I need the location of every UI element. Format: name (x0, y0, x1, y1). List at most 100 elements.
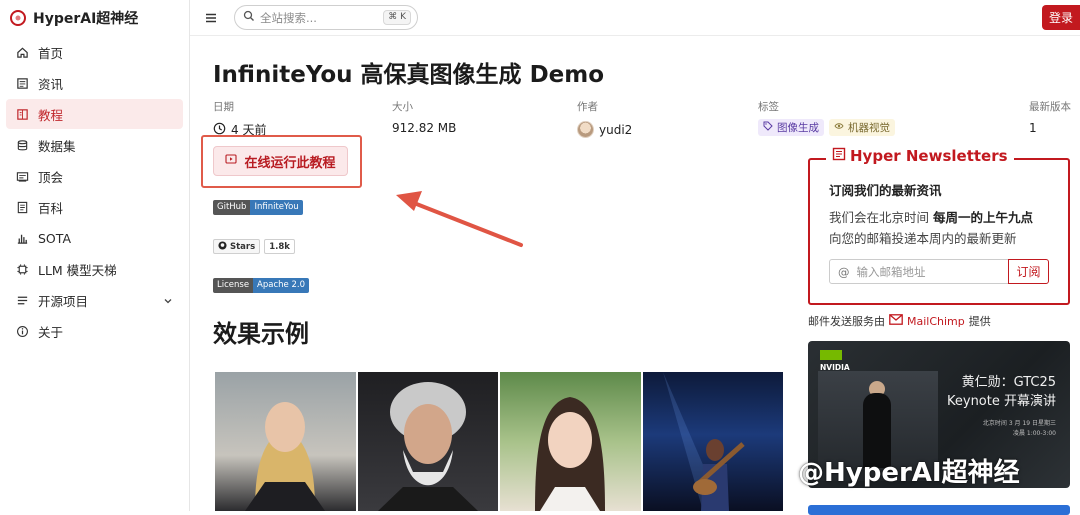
sidebar-item-home[interactable]: 首页 (6, 37, 183, 67)
service-suffix: 提供 (968, 315, 991, 328)
menu-icon[interactable] (204, 10, 218, 29)
chevron-down-icon[interactable] (163, 294, 173, 309)
sidebar-item-conferences[interactable]: 顶会 (6, 161, 183, 191)
promo-title: 黄仁勋：GTC25 Keynote 开幕演讲 (947, 373, 1056, 411)
wiki-icon (15, 200, 29, 214)
author-label: 作者 (577, 101, 598, 113)
database-icon (15, 138, 29, 152)
badge-right: InfiniteYou (250, 200, 303, 215)
sidebar-item-about[interactable]: 关于 (6, 316, 183, 346)
email-field[interactable]: @ 输入邮箱地址 (829, 259, 1009, 284)
stars-badge[interactable]: Stars 1.8k (213, 239, 295, 254)
tag-computer-vision[interactable]: 机器视觉 (829, 119, 895, 136)
at-icon: @ (838, 264, 850, 279)
play-icon (225, 153, 238, 169)
calendar-icon (15, 169, 29, 183)
mail-icon (889, 314, 903, 328)
mailchimp-link[interactable]: MailChimp (907, 315, 965, 328)
example-image (357, 372, 498, 511)
example-image (642, 372, 783, 511)
author-value[interactable]: yudi2 (599, 123, 632, 137)
search-placeholder: 全站搜索... (260, 10, 317, 25)
sidebar-item-label: 开源项目 (38, 293, 89, 309)
promo-time: 北京时间 3 月 19 日星期三 凌晨 1:00-3:00 (983, 419, 1056, 439)
size-value: 912.82 MB (392, 121, 457, 135)
sidebar-item-label: 百科 (38, 200, 64, 216)
sidebar-item-label: 数据集 (38, 138, 76, 154)
search-icon (243, 10, 255, 25)
news-icon (15, 76, 29, 90)
login-button[interactable]: 登录 (1042, 5, 1080, 30)
github-icon (218, 240, 227, 253)
mail-service-note: 邮件发送服务由 MailChimp 提供 (808, 313, 991, 329)
topbar: 全站搜索... ⌘ K 登录 (190, 0, 1080, 36)
promo-title-line2: Keynote 开幕演讲 (947, 394, 1056, 409)
nvidia-logo-icon (820, 350, 842, 360)
chart-icon (15, 231, 29, 245)
newsletter-line1: 我们会在北京时间 每周一的上午九点 (829, 207, 1033, 226)
stars-label: Stars (230, 241, 256, 252)
home-icon (15, 45, 29, 59)
sidebar-item-wiki[interactable]: 百科 (6, 192, 183, 222)
chip-icon (15, 262, 29, 276)
newsletter-line1-bold: 每周一的上午九点 (932, 210, 1033, 225)
watermark: @HyperAI超神经 (798, 458, 1020, 488)
version-value: 1 (1029, 121, 1037, 135)
sidebar-item-label: SOTA (38, 230, 71, 246)
stars-label-box: Stars (213, 239, 261, 254)
version-label: 最新版本 (1029, 101, 1071, 113)
badge-left: License (213, 278, 254, 293)
sidebar-item-news[interactable]: 资讯 (6, 68, 183, 98)
sidebar: HyperAI超神经 首页 资讯 教程 数据集 顶会 百科 SOTA LLM 模… (0, 0, 190, 511)
sidebar-item-label: 顶会 (38, 169, 64, 185)
sidebar-item-open-source[interactable]: 开源项目 (6, 285, 183, 315)
sidebar-item-label: 教程 (38, 107, 64, 123)
example-gallery (215, 372, 783, 511)
sidebar-item-llm-leaderboard[interactable]: LLM 模型天梯 (6, 254, 183, 284)
brand-logo-icon (10, 10, 26, 26)
info-icon (15, 324, 29, 338)
stars-count: 1.8k (264, 239, 295, 254)
newsletter-heading-text: Hyper Newsletters (850, 147, 1008, 165)
sidebar-item-datasets[interactable]: 数据集 (6, 130, 183, 160)
example-image (215, 372, 356, 511)
tags-label: 标签 (758, 101, 779, 113)
promo-next-banner[interactable] (808, 505, 1070, 515)
tag-icon (763, 121, 773, 134)
subscribe-button[interactable]: 订阅 (1008, 259, 1049, 284)
newsletter-icon (832, 147, 846, 165)
sidebar-item-label: 资讯 (38, 76, 64, 92)
tag-label: 图像生成 (777, 122, 819, 134)
tag-image-generation[interactable]: 图像生成 (758, 119, 824, 136)
license-badge[interactable]: License Apache 2.0 (213, 278, 309, 293)
meta-tags: 标签 图像生成 机器视觉 (758, 99, 895, 136)
newsletter-line1-prefix: 我们会在北京时间 (829, 210, 933, 225)
meta-date: 日期 4 天前 (213, 99, 266, 138)
run-tutorial-button[interactable]: 在线运行此教程 (213, 146, 348, 176)
newsletter-line2: 向您的邮箱投递本周内的最新更新 (829, 231, 1017, 246)
eye-icon (834, 121, 844, 134)
service-prefix: 邮件发送服务由 (808, 315, 885, 328)
promo-title-line1: 黄仁勋：GTC25 (961, 375, 1056, 390)
section-title: 效果示例 (213, 320, 309, 348)
sidebar-item-tutorials[interactable]: 教程 (6, 99, 183, 129)
promo-time-line1: 北京时间 3 月 19 日星期三 (982, 420, 1056, 427)
sidebar-item-label: 首页 (38, 45, 64, 61)
badge-right: Apache 2.0 (253, 278, 309, 293)
sidebar-item-label: LLM 模型天梯 (38, 262, 117, 278)
sidebar-item-sota[interactable]: SOTA (6, 223, 183, 253)
newsletter-heading: Hyper Newsletters (826, 147, 1014, 165)
sidebar-item-label: 关于 (38, 324, 64, 340)
promo-time-line2: 凌晨 1:00-3:00 (1012, 430, 1056, 437)
email-placeholder: 输入邮箱地址 (856, 264, 926, 279)
search-shortcut: ⌘ K (383, 10, 411, 25)
annotation-arrow (396, 191, 523, 247)
brand[interactable]: HyperAI超神经 (0, 0, 189, 36)
search-input[interactable]: 全站搜索... ⌘ K (234, 5, 418, 30)
main-content: InfiniteYou 高保真图像生成 Demo 日期 4 天前 大小 912.… (190, 37, 1080, 515)
nvidia-brand: NVIDIA (820, 363, 850, 372)
badge-left: GitHub (213, 200, 251, 215)
github-badge[interactable]: GitHub InfiniteYou (213, 200, 303, 215)
date-label: 日期 (213, 101, 234, 113)
list-icon (15, 293, 29, 307)
